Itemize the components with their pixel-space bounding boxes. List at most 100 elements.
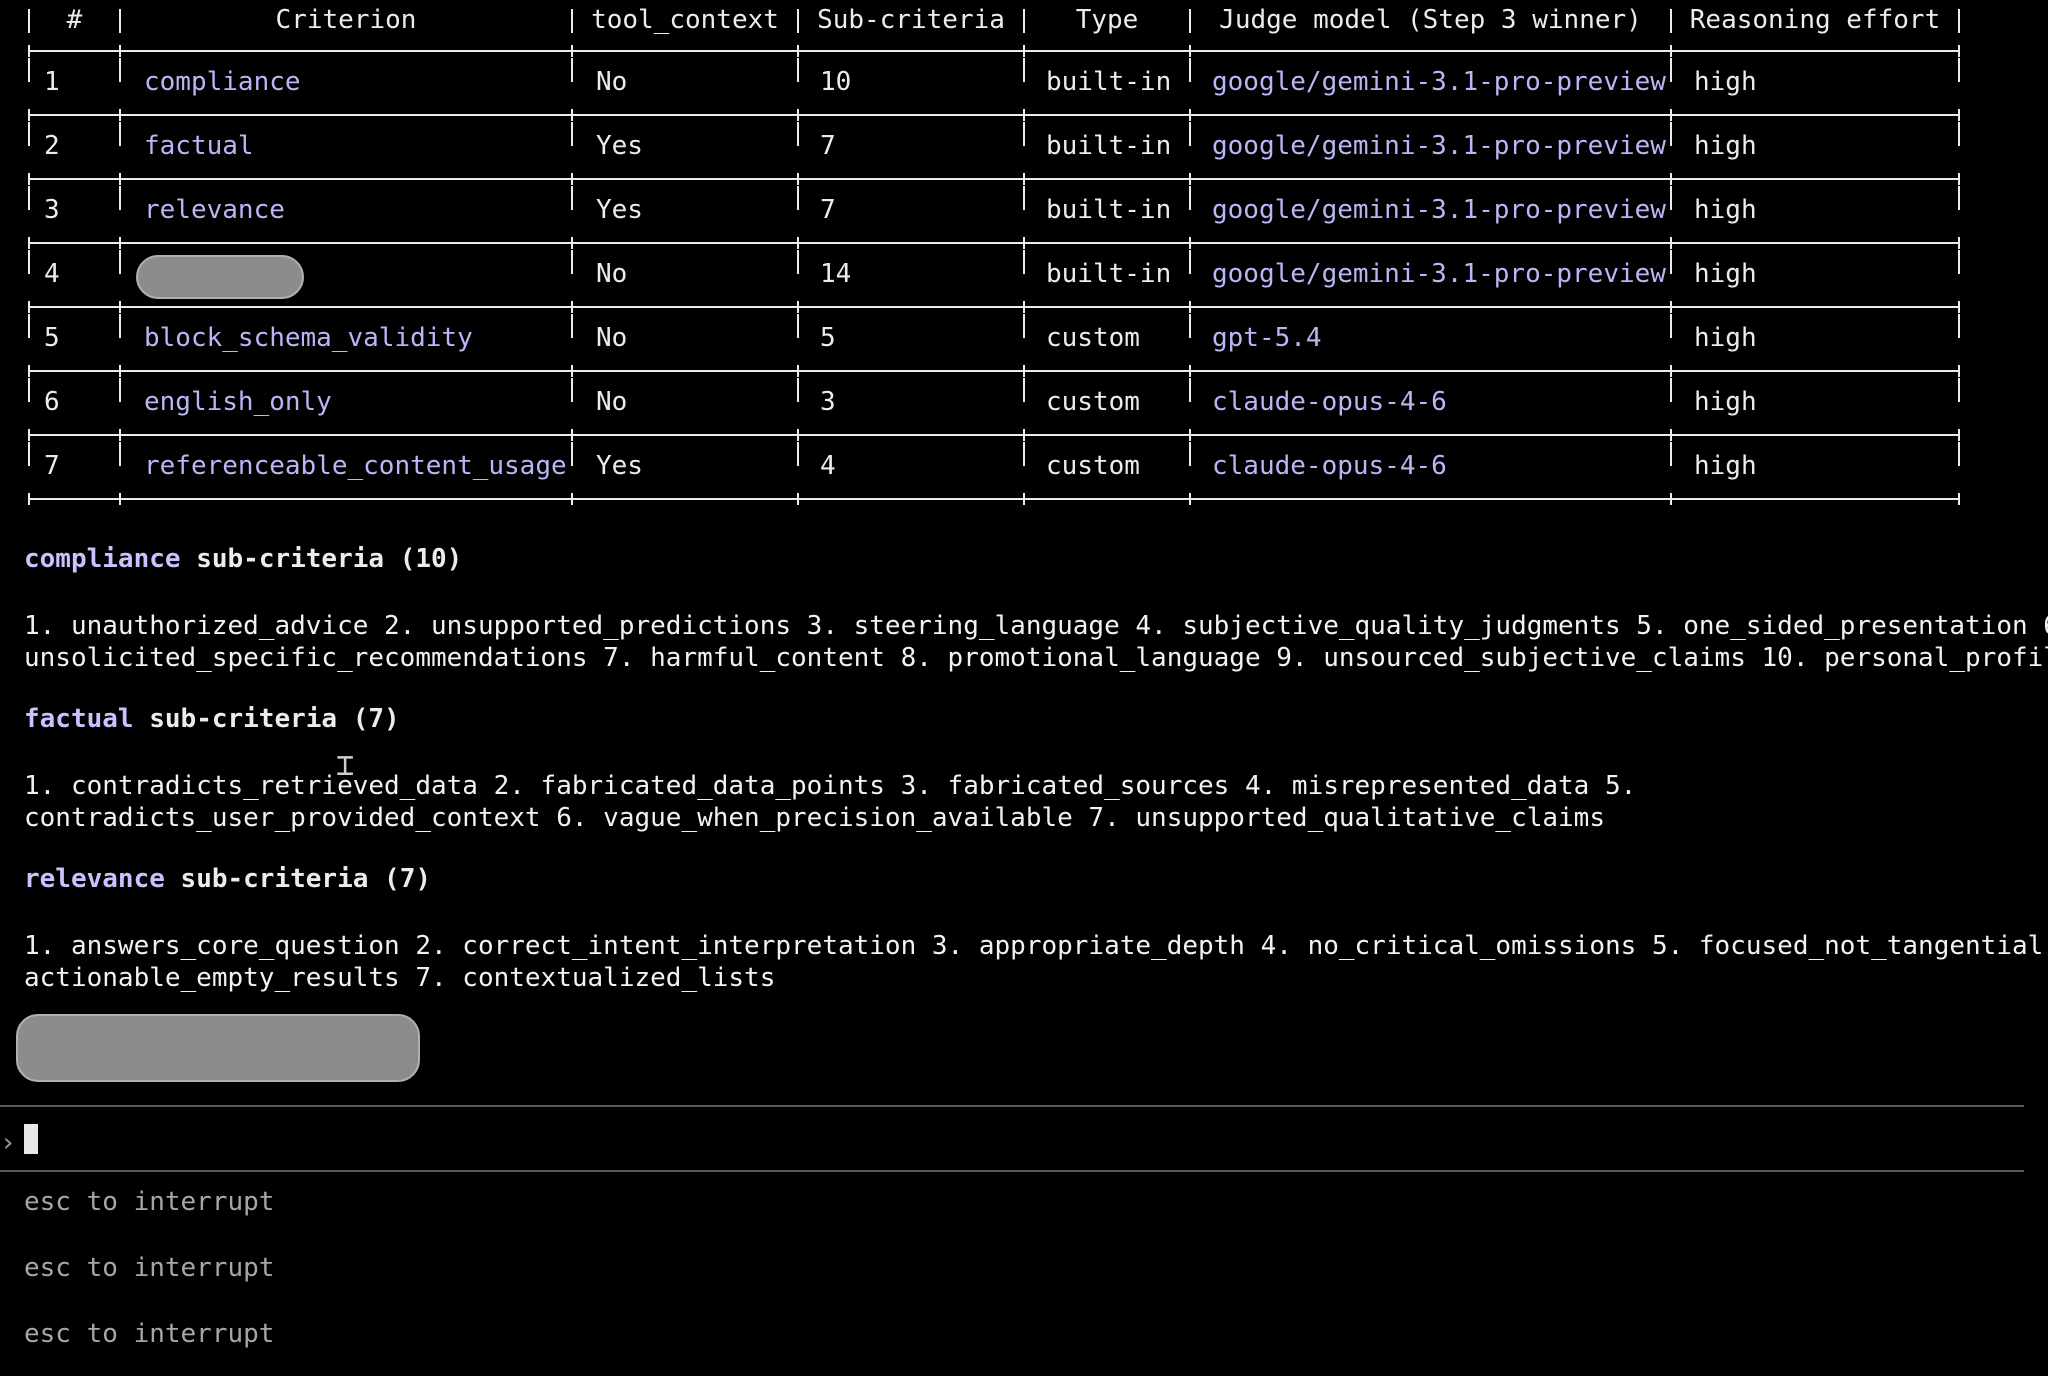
table-cell-tool-context: No xyxy=(596,67,628,97)
table-cell-tool-context: No xyxy=(596,259,628,289)
table-column-bar xyxy=(797,378,799,402)
table-cell-effort: high xyxy=(1694,323,1757,353)
table-cell-tool-context: Yes xyxy=(596,195,643,225)
table-column-bar xyxy=(119,250,121,274)
table-cell-judge: claude-opus-4-6 xyxy=(1212,387,1447,417)
table-joint xyxy=(797,429,799,441)
table-column-bar xyxy=(28,186,30,210)
table-cell-tool-context: No xyxy=(596,387,628,417)
table-joint xyxy=(1958,45,1960,57)
table-cell-tool-context: Yes xyxy=(596,451,643,481)
table-joint xyxy=(1670,109,1672,121)
table-cell-judge: google/gemini-3.1-pro-preview xyxy=(1212,131,1666,161)
table-column-bar xyxy=(1189,186,1191,210)
table-column-bar xyxy=(1189,58,1191,82)
table-cell-judge: google/gemini-3.1-pro-preview xyxy=(1212,259,1666,289)
section-name: compliance xyxy=(24,544,181,574)
table-joint xyxy=(797,301,799,313)
table-joint xyxy=(28,429,30,441)
compliance-section-title: compliance sub-criteria (10) xyxy=(24,544,462,574)
table-joint xyxy=(1670,365,1672,377)
table-cell-tool-context: No xyxy=(596,323,628,353)
table-cell-criterion: compliance xyxy=(144,67,301,97)
table-cell-effort: high xyxy=(1694,451,1757,481)
interrupt-hint: esc to interrupt xyxy=(24,1319,275,1349)
table-cell-type: built-in xyxy=(1046,195,1172,225)
table-cell-type: custom xyxy=(1046,323,1140,353)
table-cell-sub-criteria: 5 xyxy=(820,323,836,353)
table-joint xyxy=(28,173,30,185)
table-column-bar xyxy=(1670,442,1672,466)
table-joint xyxy=(1670,429,1672,441)
prompt-caret-icon: › xyxy=(0,1128,16,1158)
table-joint xyxy=(1189,301,1191,313)
table-column-bar xyxy=(1189,314,1191,338)
table-cell-type: built-in xyxy=(1046,131,1172,161)
table-joint xyxy=(28,237,30,249)
relevance-line-1: 1. answers_core_question 2. correct_inte… xyxy=(24,931,2048,961)
table-column-bar xyxy=(571,442,573,466)
table-column-bar xyxy=(797,186,799,210)
table-joint xyxy=(571,493,573,505)
table-column-bar xyxy=(1958,442,1960,466)
table-header-cell: tool_context xyxy=(591,5,779,35)
table-cell-type: built-in xyxy=(1046,259,1172,289)
table-joint xyxy=(28,365,30,377)
table-header-cell: Sub-criteria xyxy=(817,5,1005,35)
table-header-cell: Judge model (Step 3 winner) xyxy=(1219,5,1642,35)
factual-line-1: 1. contradicts_retrieved_data 2. fabrica… xyxy=(24,771,1637,801)
table-cell-sub-criteria: 7 xyxy=(820,195,836,225)
table-joint xyxy=(1023,173,1025,185)
table-joint xyxy=(119,301,121,313)
relevance-line-2: actionable_empty_results 7. contextualiz… xyxy=(24,963,776,993)
table-joint xyxy=(1670,301,1672,313)
table-cell-tool-context: Yes xyxy=(596,131,643,161)
table-cell-criterion: block_schema_validity xyxy=(144,323,473,353)
table-joint xyxy=(571,237,573,249)
interrupt-hint: esc to interrupt xyxy=(24,1187,275,1217)
table-column-bar xyxy=(797,314,799,338)
table-column-bar xyxy=(28,58,30,82)
table-cell-effort: high xyxy=(1694,387,1757,417)
table-joint xyxy=(1958,173,1960,185)
table-column-bar xyxy=(119,314,121,338)
redacted-criterion xyxy=(136,255,304,299)
table-joint xyxy=(1023,237,1025,249)
table-joint xyxy=(1023,45,1025,57)
table-joint xyxy=(1189,237,1191,249)
table-cell-judge: google/gemini-3.1-pro-preview xyxy=(1212,195,1666,225)
table-column-bar xyxy=(1023,442,1025,466)
table-column-bar xyxy=(1958,122,1960,146)
table-column-bar xyxy=(119,122,121,146)
table-column-bar xyxy=(119,58,121,82)
table-cell-num: 1 xyxy=(44,67,60,97)
table-joint xyxy=(119,237,121,249)
table-column-bar xyxy=(1958,250,1960,274)
table-cell-num: 3 xyxy=(44,195,60,225)
table-cell-sub-criteria: 10 xyxy=(820,67,852,97)
table-cell-type: custom xyxy=(1046,451,1140,481)
table-column-bar xyxy=(1670,58,1672,82)
table-column-bar xyxy=(797,442,799,466)
table-joint xyxy=(797,365,799,377)
table-joint xyxy=(1189,45,1191,57)
table-column-bar xyxy=(1670,122,1672,146)
table-column-bar xyxy=(1958,378,1960,402)
table-joint xyxy=(1189,493,1191,505)
table-cell-judge: gpt-5.4 xyxy=(1212,323,1322,353)
table-cell-effort: high xyxy=(1694,259,1757,289)
table-cell-sub-criteria: 4 xyxy=(820,451,836,481)
table-column-bar xyxy=(1023,186,1025,210)
table-joint xyxy=(1189,173,1191,185)
table-column-bar xyxy=(571,186,573,210)
table-joint xyxy=(797,493,799,505)
table-cell-judge: claude-opus-4-6 xyxy=(1212,451,1447,481)
prompt-input[interactable] xyxy=(24,1124,38,1154)
redacted-block xyxy=(16,1014,420,1082)
table-column-bar xyxy=(571,250,573,274)
table-cell-effort: high xyxy=(1694,131,1757,161)
table-joint xyxy=(797,237,799,249)
table-column-bar xyxy=(571,58,573,82)
table-joint xyxy=(1670,237,1672,249)
table-joint xyxy=(1023,109,1025,121)
